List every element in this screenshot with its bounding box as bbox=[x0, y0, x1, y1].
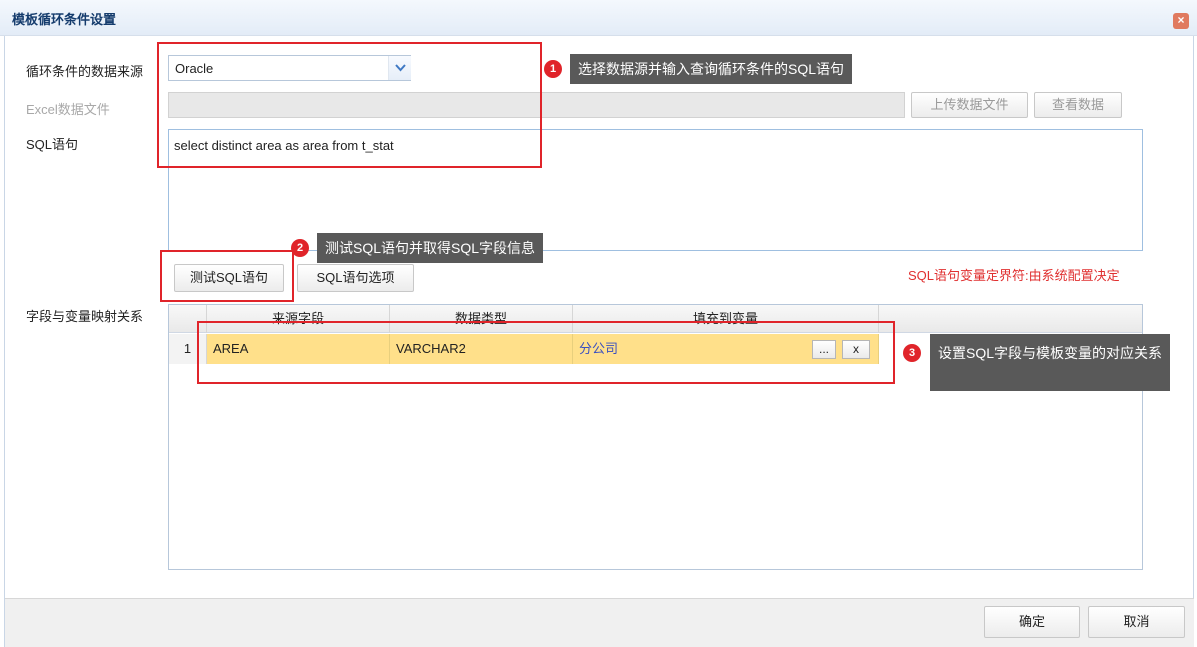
delimiter-note: SQL语句变量定界符:由系统配置决定 bbox=[908, 268, 1120, 283]
annotation-box-1 bbox=[157, 42, 542, 168]
sql-options-button[interactable]: SQL语句选项 bbox=[297, 264, 414, 292]
annotation-box-2 bbox=[160, 250, 294, 302]
annotation-box-3 bbox=[197, 321, 895, 384]
upload-data-button[interactable]: 上传数据文件 bbox=[911, 92, 1028, 118]
window-title: 模板循环条件设置 bbox=[12, 12, 117, 27]
excel-label: Excel数据文件 bbox=[26, 102, 110, 117]
view-data-button[interactable]: 查看数据 bbox=[1034, 92, 1122, 118]
close-icon[interactable]: × bbox=[1173, 13, 1189, 29]
annotation-badge-1: 1 bbox=[544, 60, 562, 78]
window-titlebar bbox=[0, 0, 1197, 36]
annotation-callout-3: 设置SQL字段与模板变量的对应关系 bbox=[930, 334, 1171, 391]
annotation-badge-3: 3 bbox=[903, 344, 921, 362]
ok-button[interactable]: 确定 bbox=[984, 606, 1080, 638]
cancel-button[interactable]: 取消 bbox=[1088, 606, 1185, 638]
sql-label: SQL语句 bbox=[26, 137, 79, 152]
mapping-label: 字段与变量映射关系 bbox=[26, 309, 144, 324]
datasource-label: 循环条件的数据来源 bbox=[26, 64, 144, 79]
annotation-callout-1: 选择数据源并输入查询循环条件的SQL语句 bbox=[570, 54, 853, 84]
annotation-callout-2: 测试SQL语句并取得SQL字段信息 bbox=[317, 233, 544, 263]
annotation-badge-2: 2 bbox=[291, 239, 309, 257]
